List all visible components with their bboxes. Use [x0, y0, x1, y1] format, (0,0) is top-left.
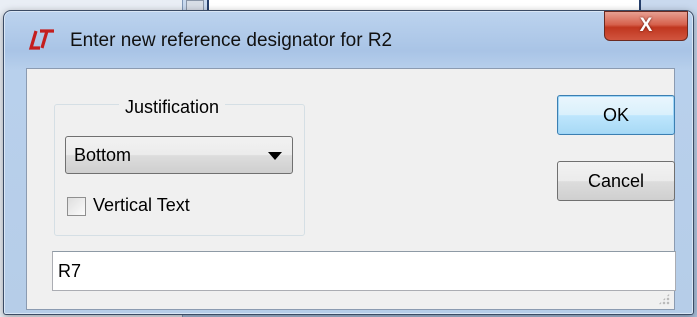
close-icon: X [639, 15, 653, 36]
reference-designator-input[interactable]: R7 [52, 251, 676, 291]
dialog-window: Enter new reference designator for R2 X … [3, 10, 694, 315]
ltspice-logo-icon [28, 28, 60, 52]
vertical-text-checkbox[interactable] [67, 197, 86, 216]
close-button[interactable]: X [604, 11, 688, 41]
resize-grip-icon[interactable] [658, 293, 670, 305]
justification-selected-value: Bottom [74, 145, 132, 165]
title-bar[interactable]: Enter new reference designator for R2 X [4, 11, 693, 67]
chevron-down-icon [268, 152, 282, 160]
justification-legend: Justification [119, 97, 226, 118]
cancel-button[interactable]: Cancel [557, 161, 675, 201]
ok-button[interactable]: OK [557, 95, 675, 135]
justification-dropdown[interactable]: Bottom [65, 136, 293, 174]
window-title: Enter new reference designator for R2 [70, 30, 393, 51]
vertical-text-label[interactable]: Vertical Text [93, 195, 190, 216]
dialog-body: Justification Bottom Vertical Text OK Ca… [26, 68, 676, 310]
